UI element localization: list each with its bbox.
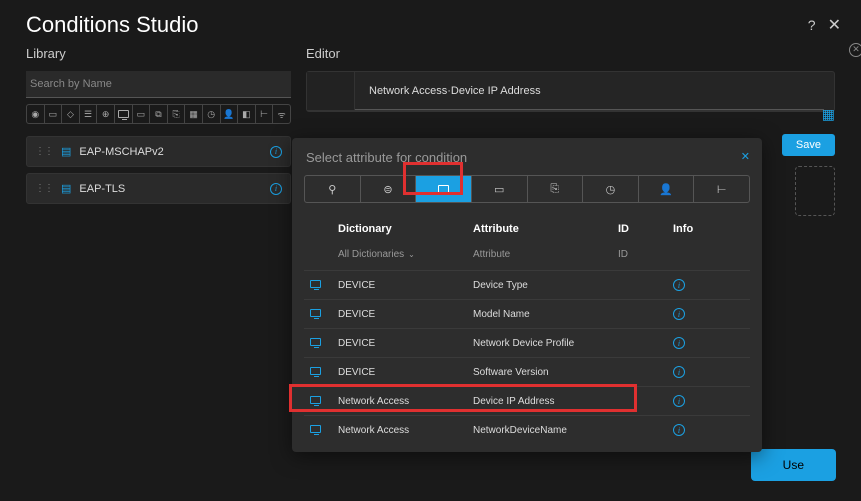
row-attribute: Model Name [473,309,618,320]
filter-icon[interactable]: ◷ [203,105,221,123]
attribute-row[interactable]: DEVICEModel Name i [304,299,750,328]
col-attribute: Attribute [473,223,618,235]
row-attribute: NetworkDeviceName [473,425,618,436]
tab-user-icon[interactable]: 👤 [639,176,695,202]
category-tabs: ⚲ ⊜ ▭ ⎘ ◷ 👤 ⊢ [304,175,750,203]
drop-zone[interactable] [795,166,835,216]
filter-icon[interactable]: ⎘ [168,105,186,123]
row-attribute: Software Version [473,367,618,378]
filter-icon[interactable]: ⧉ [150,105,168,123]
device-icon [310,366,338,378]
library-item-label: EAP-MSCHAPv2 [79,146,270,158]
library-label: Library [26,46,291,61]
remove-condition-icon[interactable]: ✕ [849,41,861,57]
row-info-icon[interactable]: i [673,424,744,436]
page-title: Conditions Studio [26,12,198,38]
tab-device-icon[interactable] [416,176,472,202]
attribute-row[interactable]: DEVICESoftware Version i [304,357,750,386]
tab-document-icon[interactable]: ⎘ [528,176,584,202]
col-id: ID [618,223,673,235]
help-icon[interactable]: ? [808,17,816,33]
attribute-selector-modal: Select attribute for condition ✕ ⚲ ⊜ ▭ ⎘… [292,138,762,452]
filter-icon[interactable]: ◧ [238,105,256,123]
device-icon [310,395,338,407]
row-dictionary: DEVICE [338,280,473,291]
row-info-icon[interactable]: i [673,279,744,291]
condition-text[interactable]: Network Access·Device IP Address [355,73,824,110]
row-dictionary: DEVICE [338,338,473,349]
dictionary-filter[interactable]: All Dictionaries⌄ [338,249,473,260]
document-icon: ▤ [61,145,71,158]
attribute-row[interactable]: Network AccessNetworkDeviceName i [304,415,750,444]
filter-icon[interactable] [115,105,133,123]
editor-label: Editor [306,46,835,61]
row-dictionary: DEVICE [338,367,473,378]
library-item-label: EAP-TLS [79,183,270,195]
device-icon [310,337,338,349]
table-header: Dictionary Attribute ID Info [304,215,750,243]
tab-clock-icon[interactable]: ◷ [583,176,639,202]
col-dictionary: Dictionary [338,223,473,235]
filter-icon[interactable]: ☰ [80,105,98,123]
row-attribute: Network Device Profile [473,338,618,349]
row-attribute: Device Type [473,280,618,291]
attribute-row[interactable]: Network AccessDevice IP Address i [304,386,750,415]
row-dictionary: Network Access [338,396,473,407]
device-icon [310,279,338,291]
attribute-row[interactable]: DEVICEDevice Type i [304,270,750,299]
grid-view-icon[interactable]: ▦ [822,106,835,123]
modal-close-icon[interactable]: ✕ [741,150,750,163]
drag-handle-icon[interactable]: ⋮⋮ [35,146,53,157]
id-filter[interactable]: ID [618,249,673,260]
tab-hierarchy-icon[interactable]: ⊢ [694,176,749,202]
tab-id-icon[interactable]: ▭ [472,176,528,202]
attribute-row[interactable]: DEVICENetwork Device Profile i [304,328,750,357]
filter-icon[interactable]: ▭ [133,105,151,123]
library-item[interactable]: ⋮⋮ ▤ EAP-MSCHAPv2 i [26,136,291,167]
library-filter-icons[interactable]: ◉ ▭ ◇ ☰ ⊕ ▭ ⧉ ⎘ ▦ ◷ 👤 ◧ ⊢ ᯤ [26,104,291,124]
filter-icon[interactable]: ▭ [45,105,63,123]
search-input[interactable] [26,71,291,98]
filter-icon[interactable]: ⊢ [256,105,274,123]
device-icon [310,424,338,436]
filter-icon[interactable]: ◇ [62,105,80,123]
filter-icon[interactable]: 👤 [221,105,239,123]
row-info-icon[interactable]: i [673,308,744,320]
filter-icon[interactable]: ⊕ [97,105,115,123]
modal-title: Select attribute for condition [292,138,762,175]
row-dictionary: DEVICE [338,309,473,320]
tab-globe-icon[interactable]: ⊜ [361,176,417,202]
tab-location-icon[interactable]: ⚲ [305,176,361,202]
editor-condition-box: Network Access·Device IP Address [306,71,835,112]
close-icon[interactable]: ✕ [828,15,841,35]
editor-icon-slot[interactable] [307,72,355,110]
filter-icon[interactable]: ᯤ [273,105,290,123]
filter-icon[interactable]: ▦ [185,105,203,123]
library-item[interactable]: ⋮⋮ ▤ EAP-TLS i [26,173,291,204]
row-info-icon[interactable]: i [673,337,744,349]
table-filters: All Dictionaries⌄ Attribute ID [304,243,750,270]
drag-handle-icon[interactable]: ⋮⋮ [35,183,53,194]
row-dictionary: Network Access [338,425,473,436]
row-info-icon[interactable]: i [673,366,744,378]
row-info-icon[interactable]: i [673,395,744,407]
info-icon[interactable]: i [270,183,282,195]
col-info: Info [673,223,744,235]
document-icon: ▤ [61,182,71,195]
row-attribute: Device IP Address [473,396,618,407]
device-icon [310,308,338,320]
attribute-filter[interactable]: Attribute [473,249,618,260]
use-button[interactable]: Use [751,449,836,481]
save-button[interactable]: Save [782,134,835,156]
info-icon[interactable]: i [270,146,282,158]
filter-icon[interactable]: ◉ [27,105,45,123]
